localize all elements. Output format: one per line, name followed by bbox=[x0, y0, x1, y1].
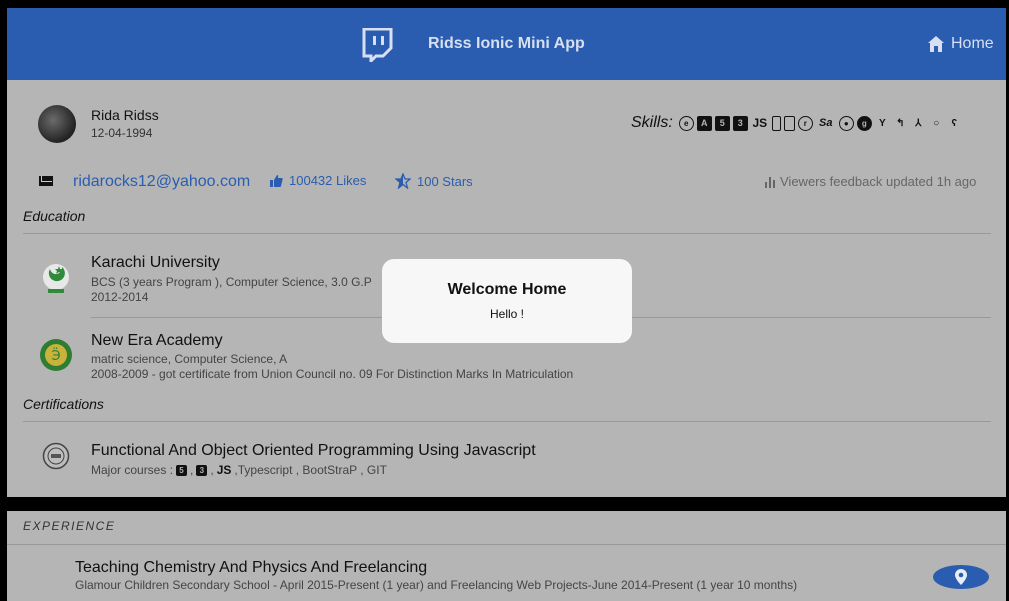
likes-count: 100432 Likes bbox=[289, 173, 367, 188]
stars-count: 100 Stars bbox=[417, 173, 473, 189]
tablet-icon bbox=[783, 115, 795, 131]
welcome-alert[interactable]: Welcome Home Hello ! bbox=[382, 259, 632, 343]
stars-button[interactable]: 100 Stars bbox=[395, 173, 473, 189]
contact-row: ridarocks12@yahoo.com 100432 Likes 100 S… bbox=[7, 173, 1006, 193]
email-link[interactable]: ridarocks12@yahoo.com bbox=[73, 173, 250, 191]
experience-card: EXPERIENCE Teaching Chemistry And Physic… bbox=[7, 511, 1006, 601]
ember-icon: e bbox=[678, 115, 694, 131]
certificate-seal-icon bbox=[42, 442, 70, 470]
courses-suffix: ,Typescript , BootStraP , GIT bbox=[234, 463, 387, 477]
location-pin-icon bbox=[955, 569, 967, 585]
divider bbox=[7, 544, 1006, 545]
git-branch-icon: Y bbox=[878, 117, 886, 129]
job-title: Teaching Chemistry And Physics And Freel… bbox=[75, 559, 428, 576]
git-pull-icon: ↰ bbox=[896, 117, 905, 129]
courses-prefix: Major courses : bbox=[91, 463, 174, 477]
angular-icon: A bbox=[696, 115, 712, 131]
certifications-title: Certifications bbox=[23, 396, 104, 412]
thumbs-up-icon bbox=[270, 174, 283, 187]
html5-icon: 5 bbox=[714, 115, 730, 131]
app-title: Ridss Ionic Mini App bbox=[428, 35, 585, 52]
git-commit-icon: ○ bbox=[933, 117, 940, 129]
entry-title: New Era Academy bbox=[91, 332, 223, 349]
entry-detail: matric science, Computer Science, A bbox=[91, 352, 288, 366]
circle-target-icon: ● bbox=[838, 115, 854, 131]
profile-dob: 12-04-1994 bbox=[91, 126, 153, 140]
javascript-icon: JS bbox=[752, 116, 768, 130]
main-card: Ridss Ionic Mini App Home Rida Ridss 12-… bbox=[7, 8, 1006, 497]
profile-name: Rida Ridss bbox=[91, 107, 159, 123]
alert-message: Hello ! bbox=[489, 307, 524, 321]
new-era-academy-logo-icon: Ӭ bbox=[40, 339, 72, 371]
css3-icon: 3 bbox=[196, 464, 208, 476]
home-label: Home bbox=[951, 35, 994, 52]
entry-detail: BCS (3 years Program ), Computer Science… bbox=[91, 275, 372, 289]
location-button[interactable] bbox=[933, 565, 989, 589]
alert-title: Welcome Home bbox=[447, 281, 567, 298]
app-header: Ridss Ionic Mini App Home bbox=[7, 8, 1006, 80]
skills-label: Skills: bbox=[631, 114, 673, 131]
git-merge-icon: ⅄ bbox=[915, 117, 922, 129]
git-compare-icon: ʕ bbox=[951, 117, 958, 129]
bar-chart-icon bbox=[765, 176, 775, 188]
likes-button[interactable]: 100432 Likes bbox=[269, 173, 366, 188]
html5-icon: 5 bbox=[176, 464, 188, 476]
entry-title: Karachi University bbox=[91, 254, 220, 271]
home-icon bbox=[928, 36, 944, 52]
mail-icon bbox=[39, 176, 53, 186]
feedback-text: Viewers feedback updated 1h ago bbox=[780, 174, 977, 189]
divider bbox=[23, 233, 991, 234]
home-button[interactable]: Home bbox=[927, 35, 994, 53]
mobile-icon bbox=[771, 115, 781, 131]
sass-icon: Sa bbox=[819, 117, 833, 129]
avatar bbox=[38, 105, 76, 143]
job-detail: Glamour Children Secondary School - Apri… bbox=[75, 578, 798, 592]
twitch-logo-icon bbox=[362, 28, 393, 62]
star-half-icon bbox=[395, 173, 411, 189]
javascript-icon: JS bbox=[216, 463, 232, 477]
svg-text:Ӭ: Ӭ bbox=[51, 347, 60, 364]
github-icon: g bbox=[856, 115, 872, 131]
reddit-icon: r bbox=[797, 115, 813, 131]
feedback-status: Viewers feedback updated 1h ago bbox=[764, 174, 976, 189]
divider bbox=[23, 421, 991, 422]
experience-title: EXPERIENCE bbox=[23, 519, 116, 533]
karachi-university-logo-icon bbox=[43, 264, 69, 293]
entry-years: 2012-2014 bbox=[91, 290, 149, 304]
courses-line: Major courses : 5 , 3 , JS ,Typescript ,… bbox=[91, 463, 387, 477]
education-title: Education bbox=[23, 208, 86, 224]
entry-title: Functional And Object Oriented Programmi… bbox=[91, 442, 536, 459]
css3-icon: 3 bbox=[732, 115, 748, 131]
skills-row: Skills: e A 5 3 JS r Sa ● g Y ↰ ⅄ ○ ʕ bbox=[631, 114, 962, 132]
entry-years: 2008-2009 - got certificate from Union C… bbox=[91, 367, 574, 381]
